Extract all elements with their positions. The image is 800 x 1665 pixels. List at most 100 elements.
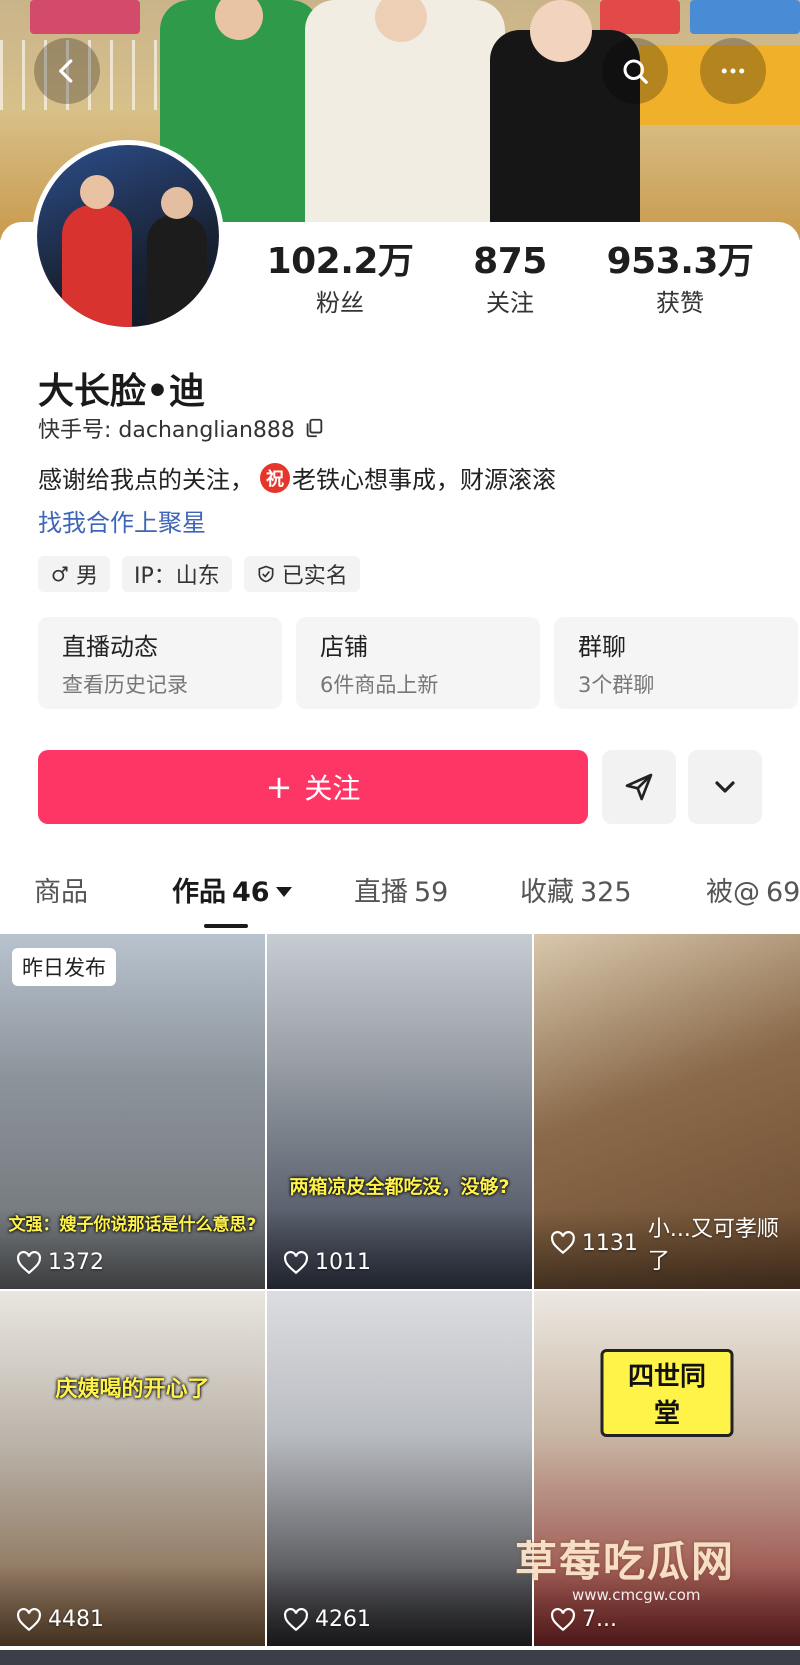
tab-mentioned[interactable]: 被@ 69 — [706, 868, 800, 918]
avatar[interactable] — [32, 140, 224, 332]
tab-count: 59 — [414, 877, 449, 908]
tab-label: 商品 — [34, 877, 88, 908]
stat-number: 102.2万 — [266, 241, 414, 282]
tab-count: 69 — [766, 877, 800, 908]
card-shop[interactable]: 店铺 6件商品上新 — [296, 617, 540, 709]
like-count-text: 1131 — [581, 1230, 638, 1256]
like-count: 1131 小...又可孝顺了 — [550, 1211, 800, 1275]
stat-following[interactable]: 875 关注 — [430, 242, 590, 318]
like-count: 4481 — [16, 1607, 104, 1632]
card-subtitle: 3个群聊 — [578, 673, 655, 697]
active-tab-indicator — [204, 924, 248, 928]
heart-icon — [17, 1250, 41, 1274]
video-caption: 文强：嫂子你说那话是什么意思? — [8, 1215, 257, 1235]
back-button[interactable] — [34, 38, 100, 104]
follow-label: 关注 — [304, 772, 361, 805]
search-icon — [623, 59, 648, 84]
like-count: 4261 — [283, 1607, 371, 1632]
card-title: 店铺 — [320, 633, 368, 661]
tab-label: 被@ — [706, 877, 760, 908]
shield-check-icon — [258, 565, 274, 583]
like-count-text: 1372 — [48, 1250, 104, 1275]
chevron-down-icon — [715, 781, 735, 793]
video-item[interactable]: 庆姨喝的开心了 4481 — [0, 1291, 265, 1646]
tab-live[interactable]: 直播 59 — [354, 868, 448, 918]
video-caption: 四世同堂 — [600, 1349, 734, 1437]
like-count: 1372 — [16, 1250, 104, 1275]
tab-label: 直播 — [354, 877, 408, 908]
like-count: 1011 — [283, 1250, 371, 1275]
card-live[interactable]: 直播动态 查看历史记录 — [38, 617, 282, 709]
more-options-button[interactable] — [688, 750, 762, 824]
video-item[interactable]: 4261 — [267, 1291, 532, 1646]
plus-icon: + — [265, 768, 293, 806]
stat-number: 875 — [473, 241, 547, 282]
ip-tag: IP：山东 — [122, 556, 232, 592]
tab-works[interactable]: 作品 46 — [172, 868, 292, 918]
copy-icon[interactable] — [303, 417, 325, 439]
card-title: 直播动态 — [62, 633, 158, 661]
card-subtitle: 查看历史记录 — [62, 673, 188, 697]
video-item[interactable]: 昨日发布 文强：嫂子你说那话是什么意思? 1372 — [0, 934, 265, 1289]
follow-button[interactable]: + 关注 — [38, 750, 588, 824]
card-subtitle: 6件商品上新 — [320, 673, 439, 697]
gender-text: 男 — [76, 564, 99, 589]
tab-label: 作品 — [172, 877, 226, 908]
tab-count: 325 — [580, 877, 632, 908]
card-title: 群聊 — [578, 633, 626, 661]
ip-text: IP：山东 — [134, 564, 220, 589]
like-count-text: 7... — [582, 1607, 617, 1632]
watermark-text: 草莓吃瓜网 — [515, 1537, 736, 1586]
heart-icon — [551, 1231, 575, 1255]
video-item[interactable]: 1131 小...又可孝顺了 — [534, 934, 800, 1289]
message-button[interactable] — [602, 750, 676, 824]
next-row-thumbnails — [0, 1650, 800, 1665]
stat-fans[interactable]: 102.2万 粉丝 — [260, 242, 420, 318]
tab-count: 46 — [232, 877, 270, 908]
video-caption: 两箱凉皮全都吃没，没够? — [289, 1176, 510, 1198]
stat-label: 关注 — [486, 289, 534, 317]
heart-icon — [17, 1607, 41, 1631]
send-icon — [625, 773, 653, 801]
profile-tags: 男 IP：山东 已实名 — [38, 556, 360, 592]
stat-label: 粉丝 — [316, 289, 364, 317]
cover-banner — [600, 0, 680, 34]
stat-label: 获赞 — [656, 289, 704, 317]
gender-tag: 男 — [38, 556, 111, 592]
more-dots-icon — [721, 68, 745, 74]
like-count-text: 1011 — [315, 1250, 371, 1275]
new-badge: 昨日发布 — [12, 948, 116, 986]
back-arrow-icon — [59, 59, 73, 83]
bio-zhu-badge: 祝 — [260, 462, 290, 493]
card-group-chat[interactable]: 群聊 3个群聊 — [554, 617, 798, 709]
feature-cards: 直播动态 查看历史记录 店铺 6件商品上新 群聊 3个群聊 — [38, 617, 798, 709]
watermark-url: www.cmcgw.com — [572, 1586, 701, 1604]
caret-down-icon — [275, 887, 292, 897]
like-count: 7... — [550, 1607, 617, 1632]
profile-bio: 感谢给我点的关注， 祝 老铁心想事成，财源滚滚 — [38, 460, 556, 495]
video-caption: 庆姨喝的开心了 — [55, 1377, 210, 1402]
like-count-text: 4261 — [315, 1607, 371, 1632]
video-item[interactable]: 两箱凉皮全都吃没，没够? 1011 — [267, 934, 532, 1289]
cover-banner — [30, 0, 140, 34]
profile-stats: 102.2万 粉丝 875 关注 953.3万 获赞 — [260, 242, 760, 318]
heart-icon — [284, 1607, 308, 1631]
heart-icon — [284, 1250, 308, 1274]
more-button[interactable] — [700, 38, 766, 104]
kuaishou-id: 快手号: dachanglian888 — [38, 412, 325, 444]
profile-name: 大长脸•迪 — [38, 371, 206, 412]
bio-text: 老铁心想事成，财源滚滚 — [292, 466, 556, 494]
tab-label: 收藏 — [520, 877, 574, 908]
stat-likes[interactable]: 953.3万 获赞 — [600, 242, 760, 318]
cover-person — [305, 0, 505, 235]
like-count-text: 4481 — [48, 1607, 104, 1632]
male-icon — [52, 566, 68, 582]
tab-favorites[interactable]: 收藏 325 — [520, 868, 632, 918]
cooperation-link[interactable]: 找我合作上聚星 — [38, 503, 206, 538]
kuaishou-id-text: 快手号: dachanglian888 — [38, 418, 295, 443]
tab-products[interactable]: 商品 — [34, 868, 88, 918]
video-caption: 小...又可孝顺了 — [647, 1217, 779, 1274]
cover-banner — [690, 0, 800, 34]
search-button[interactable] — [602, 38, 668, 104]
content-tabs: 商品 作品 46 直播 59 收藏 325 被@ 69 — [0, 868, 800, 924]
